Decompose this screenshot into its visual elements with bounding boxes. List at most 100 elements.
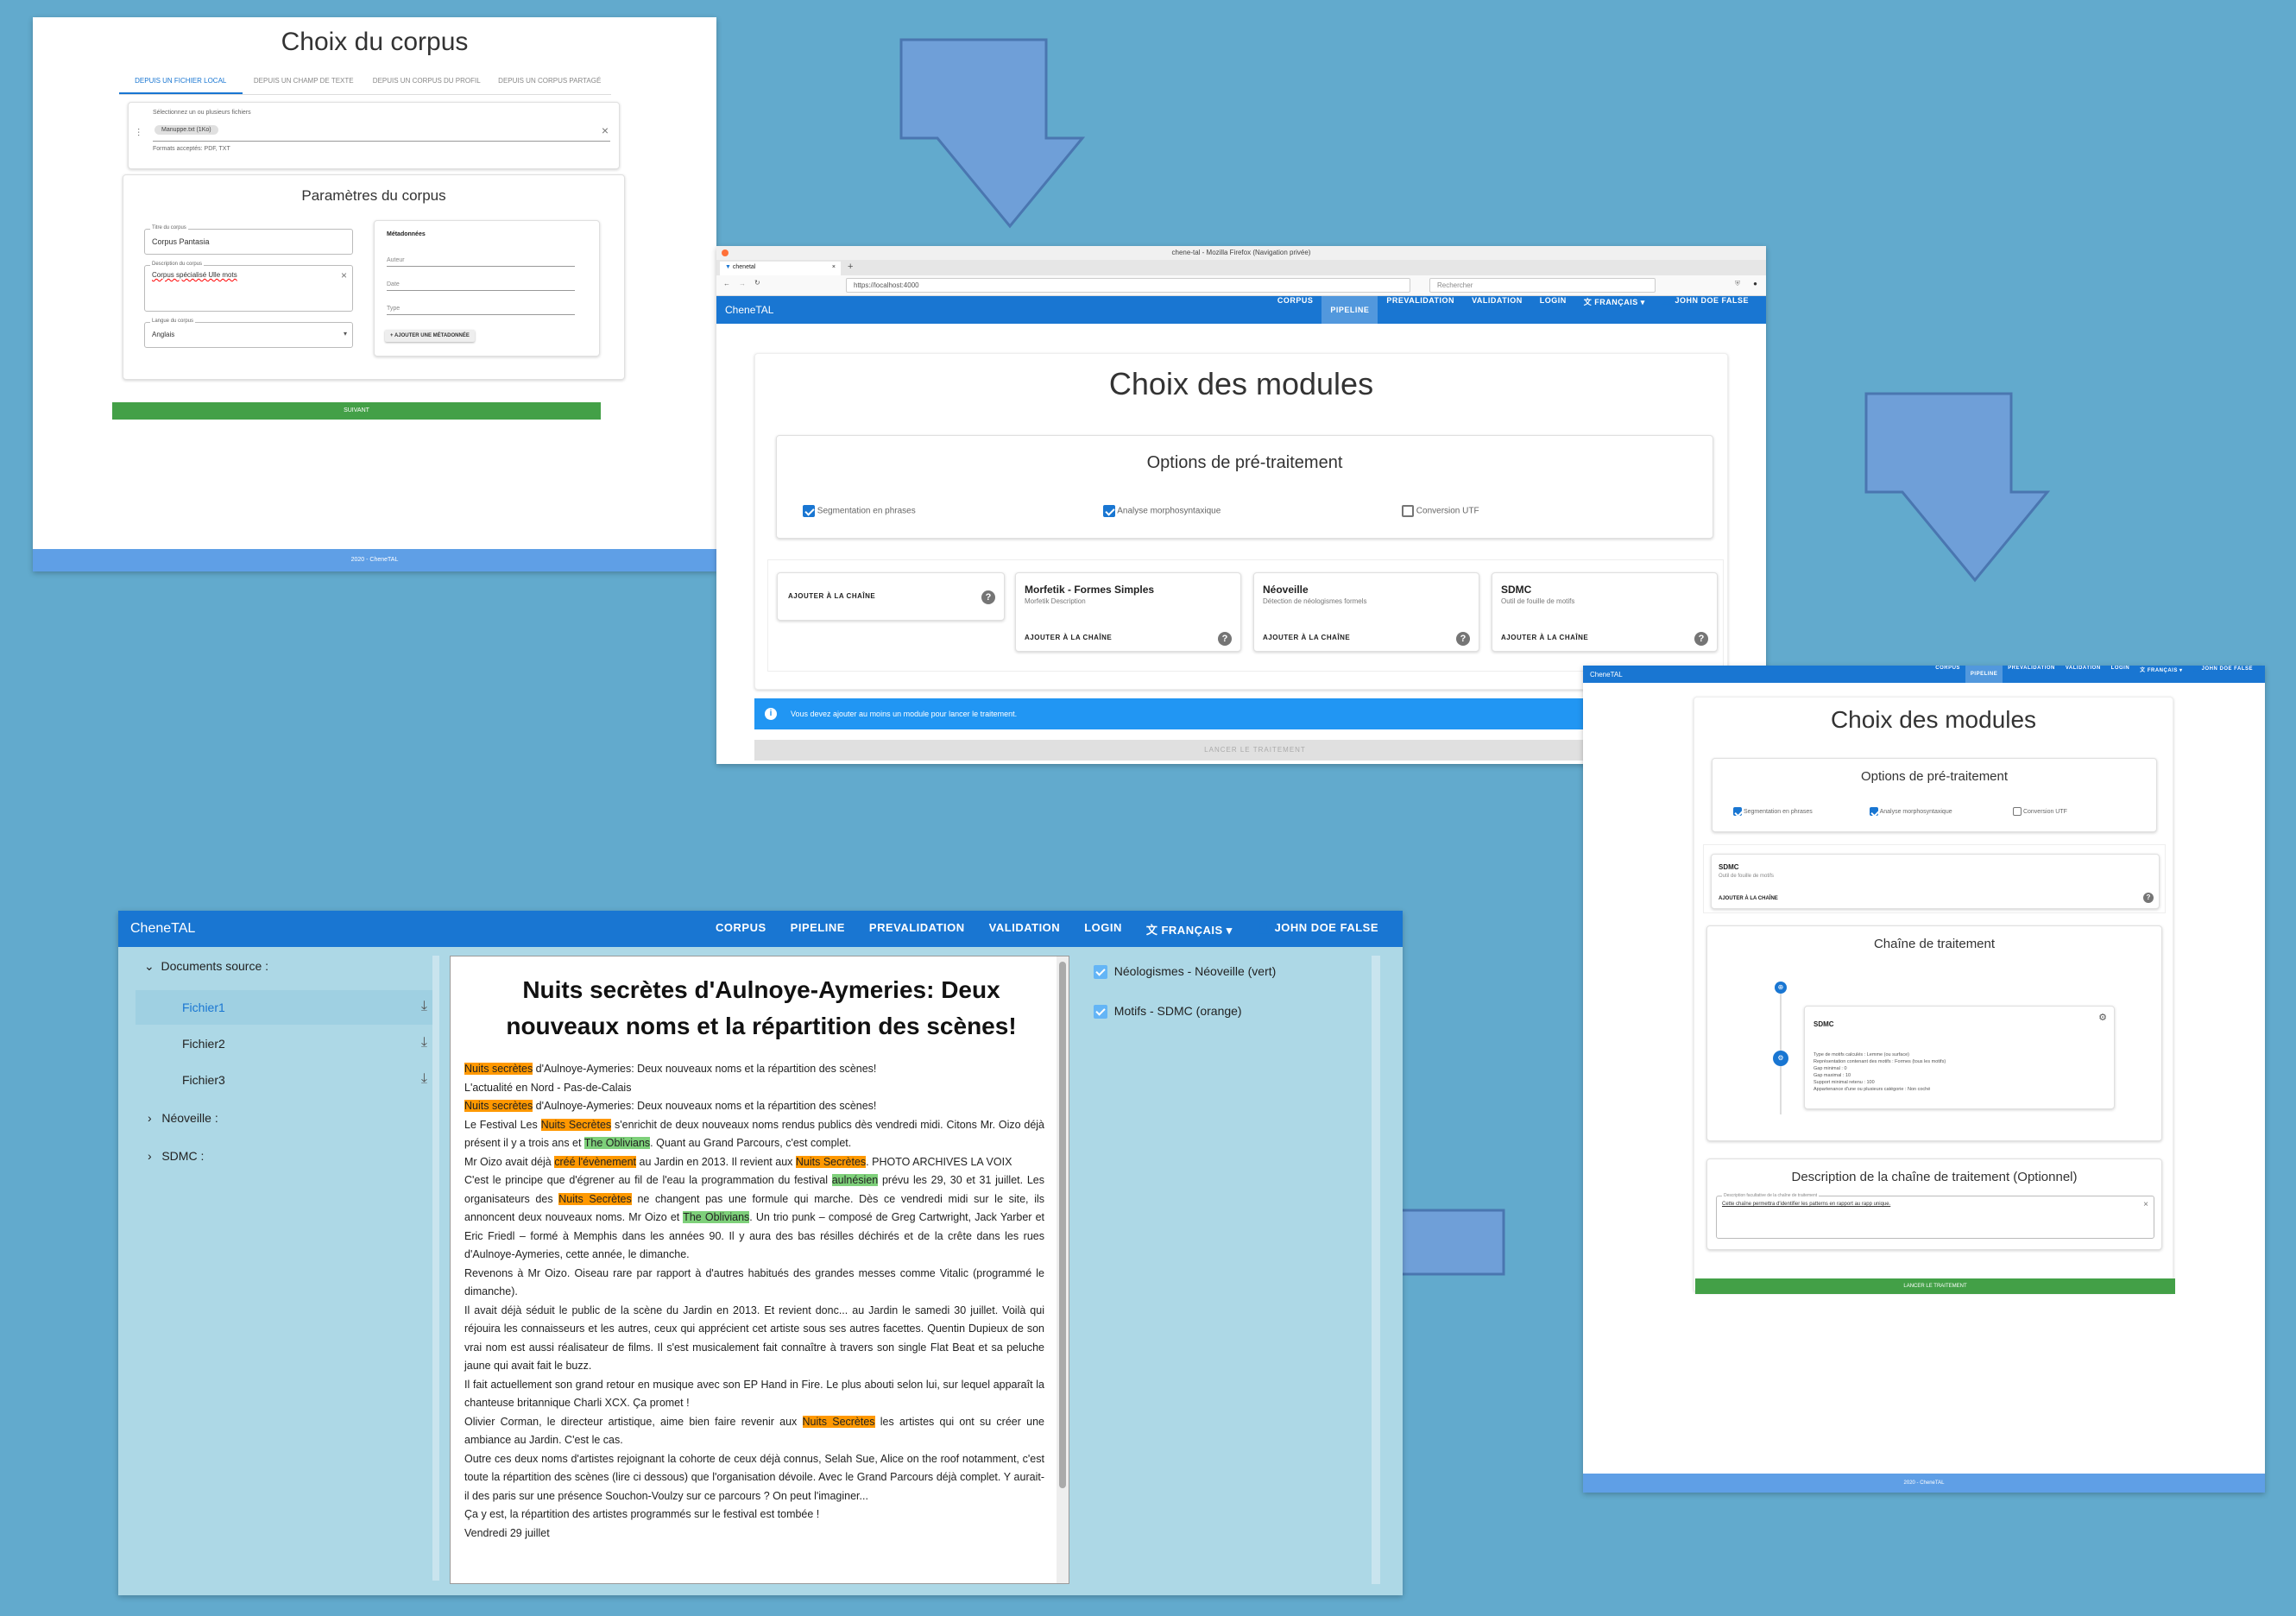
help-icon[interactable]: ? [2143, 893, 2154, 903]
legend-motifs[interactable]: Motifs - SDMC (orange) [1094, 1004, 1242, 1019]
nav-validation[interactable]: VALIDATION [2060, 666, 2106, 683]
help-icon[interactable]: ? [1218, 632, 1232, 646]
download-icon[interactable]: ⤓ [421, 1035, 427, 1051]
motif-highlight[interactable]: Nuits Secrètes [795, 1155, 867, 1168]
download-icon[interactable]: ⤓ [421, 999, 427, 1014]
nav-login[interactable]: LOGIN [1072, 921, 1134, 937]
browser-tab[interactable]: ▼ chenetal × [720, 262, 841, 275]
chain-screen: ChenеTAL CORPUS PIPELINE PREVALIDATION V… [1583, 666, 2265, 1493]
add-to-chain-button[interactable]: AJOUTER À LA CHAÎNE [1719, 896, 1778, 901]
metadata-field-type[interactable]: Type [387, 306, 575, 315]
tree-root[interactable]: ⌄ Documents source : [144, 959, 268, 974]
search-bar[interactable]: Rechercher [1429, 278, 1656, 293]
add-metadata-button[interactable]: + AJOUTER UNE MÉTADONNÉE [385, 330, 475, 342]
nav-language[interactable]: 文 FRANÇAIS ▾ [1134, 921, 1245, 937]
neologism-highlight[interactable]: The Oblivians [583, 1137, 651, 1149]
tree-file-3[interactable]: Fichier3 ⤓ [136, 1063, 439, 1097]
nav-corpus[interactable]: CORPUS [703, 921, 779, 937]
nav-corpus[interactable]: CORPUS [1269, 296, 1322, 324]
close-icon[interactable]: × [2143, 1200, 2148, 1209]
option-segmentation[interactable]: Segmentation en phrases [803, 505, 916, 517]
motif-highlight[interactable]: Nuits Secrètes [558, 1192, 632, 1205]
tree-group-sdmc[interactable]: › SDMC : [148, 1149, 204, 1163]
help-icon[interactable]: ? [981, 590, 995, 604]
add-to-chain-button[interactable]: AJOUTER À LA CHAÎNE [1025, 634, 1112, 641]
shield-icon[interactable]: ⛨ [1735, 280, 1740, 288]
back-icon[interactable]: ← [723, 280, 730, 287]
next-button[interactable]: SUIVANT [112, 402, 601, 420]
tab-local-file[interactable]: DEPUIS UN FICHIER LOCAL [119, 71, 243, 94]
nav-pipeline[interactable]: PIPELINE [1965, 666, 2003, 683]
help-icon[interactable]: ? [1456, 632, 1470, 646]
nav-prevalidation[interactable]: PREVALIDATION [857, 921, 977, 937]
nav-language[interactable]: 文 FRANÇAIS ▾ [2135, 666, 2187, 683]
settings-icon[interactable]: ⚙ [2098, 1012, 2107, 1023]
motif-highlight[interactable]: créé l'évènement [554, 1155, 637, 1168]
tree-file-1[interactable]: Fichier1 ⤓ [136, 990, 439, 1025]
corpus-description-field[interactable]: Description du corpus Corpus spécialisé … [144, 262, 353, 312]
tree-group-neoveille[interactable]: › Néoveille : [148, 1111, 218, 1125]
metadata-field-author[interactable]: Auteur [387, 257, 575, 267]
add-to-chain-button[interactable]: AJOUTER À LA CHAÎNE [788, 592, 875, 600]
nav-corpus[interactable]: CORPUS [1930, 666, 1965, 683]
chain-step-card[interactable]: SDMC ⚙ Type de motifs calculés : Lemme (… [1804, 1006, 2115, 1109]
nav-validation[interactable]: VALIDATION [977, 921, 1073, 937]
new-tab-button[interactable]: + [848, 262, 853, 272]
left-scrollbar[interactable] [432, 956, 439, 1581]
reload-icon[interactable]: ↻ [754, 279, 760, 287]
nav-validation[interactable]: VALIDATION [1463, 296, 1531, 324]
motif-highlight[interactable]: Nuits Secrètes [540, 1118, 612, 1131]
tab-shared-corpus[interactable]: DEPUIS UN CORPUS PARTAGÉ [489, 71, 612, 94]
nav-login[interactable]: LOGIN [1531, 296, 1575, 324]
url-bar[interactable]: https://localhost:4000 [846, 278, 1410, 293]
close-icon[interactable]: × [602, 123, 609, 137]
app-brand[interactable]: ChenеTAL [725, 304, 773, 316]
tab-text-field[interactable]: DEPUIS UN CHAMP DE TEXTE [243, 71, 366, 94]
option-utf-conversion[interactable]: Conversion UTF [2013, 807, 2067, 816]
corpus-language-select[interactable]: Langue du corpus Anglais ▾ [144, 319, 353, 348]
app-brand[interactable]: ChenеTAL [1590, 671, 1623, 679]
legend-neologisms[interactable]: Néologismes - Néoveille (vert) [1094, 964, 1276, 980]
add-to-chain-button[interactable]: AJOUTER À LA CHAÎNE [1263, 634, 1350, 641]
nav-user[interactable]: 👤 JOHN DOE FALSE [1245, 921, 1391, 937]
nav-pipeline[interactable]: PIPELINE [779, 921, 857, 937]
nav-pipeline[interactable]: PIPELINE [1321, 296, 1378, 324]
menu-icon[interactable]: ● [1753, 280, 1757, 287]
option-segmentation[interactable]: Segmentation en phrases [1733, 807, 1813, 816]
forward-icon[interactable]: → [739, 280, 746, 287]
neologism-highlight[interactable]: aulnésien [831, 1174, 879, 1186]
option-utf-conversion[interactable]: Conversion UTF [1402, 505, 1479, 517]
launch-button[interactable]: LANCER LE TRAITEMENT [1695, 1278, 2175, 1294]
tab-profile-corpus[interactable]: DEPUIS UN CORPUS DU PROFIL [365, 71, 489, 94]
chevron-down-icon: ⌄ [144, 959, 155, 973]
right-scrollbar[interactable] [1372, 956, 1380, 1584]
file-chip[interactable]: Manuppe.txt (1Ko) [155, 125, 218, 135]
download-icon[interactable]: ⤓ [421, 1071, 427, 1087]
app-brand[interactable]: ChenеTAL [130, 921, 195, 937]
tree-file-2[interactable]: Fichier2 ⤓ [136, 1026, 439, 1061]
nav-user[interactable]: 👤 JOHN DOE FALSE [1654, 296, 1757, 324]
nav-prevalidation[interactable]: PREVALIDATION [2003, 666, 2060, 683]
document-scrollbar[interactable] [1057, 956, 1069, 1583]
chain-description-field[interactable]: Description facultative de la chaîne de … [1716, 1193, 2154, 1239]
arrow-down-icon [899, 38, 1086, 229]
nav-login[interactable]: LOGIN [2106, 666, 2135, 683]
module-list: SDMC Outil de fouille de motifs AJOUTER … [1703, 844, 2166, 913]
attach-icon[interactable]: ⫶ [137, 127, 140, 140]
nav-language[interactable]: 文 FRANÇAIS ▾ [1575, 296, 1654, 324]
text-run: Vendredi 29 juillet [464, 1526, 550, 1539]
close-icon[interactable]: × [341, 269, 347, 281]
option-morphosyntax[interactable]: Analyse morphosyntaxique [1103, 505, 1221, 517]
neologism-highlight[interactable]: The Oblivians [683, 1211, 750, 1223]
help-icon[interactable]: ? [1694, 632, 1708, 646]
corpus-name-field[interactable]: Titre du corpus Corpus Pantasia [144, 225, 353, 255]
add-to-chain-button[interactable]: AJOUTER À LA CHAÎNE [1501, 634, 1588, 641]
option-morphosyntax[interactable]: Analyse morphosyntaxique [1870, 807, 1952, 816]
nav-prevalidation[interactable]: PREVALIDATION [1378, 296, 1463, 324]
metadata-field-date[interactable]: Date [387, 281, 575, 291]
motif-highlight[interactable]: Nuits Secrètes [802, 1415, 875, 1428]
motif-highlight[interactable]: Nuits secrètes [464, 1063, 533, 1075]
nav-user[interactable]: 👤 JOHN DOE FALSE [2188, 666, 2258, 683]
motif-highlight[interactable]: Nuits secrètes [464, 1100, 533, 1112]
scrollbar-thumb[interactable] [1059, 962, 1066, 1488]
